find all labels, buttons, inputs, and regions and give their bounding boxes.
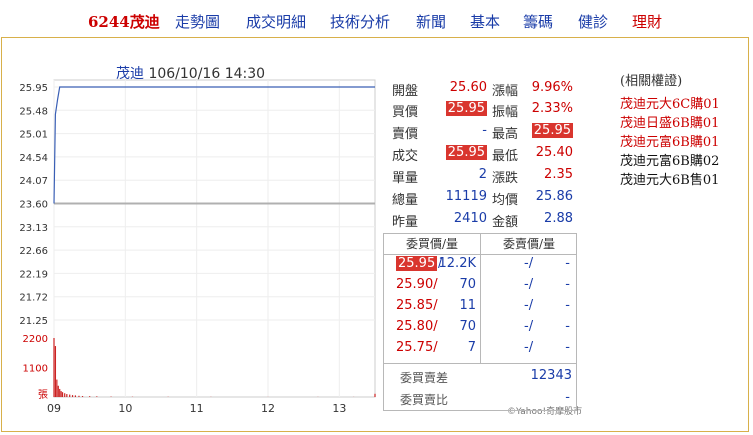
quote-label: 金額	[492, 215, 519, 230]
ratio-value: -	[565, 390, 570, 405]
quote-value: 11119	[445, 189, 487, 204]
quote-label: 昨量	[392, 215, 419, 230]
warrant-link[interactable]: 茂迪元大6C購01	[620, 95, 720, 114]
book-header-rule	[384, 254, 576, 255]
ask-volume: -	[565, 319, 570, 334]
bid-volume: 11	[459, 298, 476, 313]
diff-label: 委買賣差	[400, 371, 449, 385]
price-tick-label: 25.01	[19, 130, 48, 141]
warrant-list: 茂迪元大6C購01 茂迪日盛6B購01 茂迪元富6B購01 茂迪元富6B購02 茂迪元大…	[620, 95, 720, 190]
quote-value: -	[482, 123, 487, 138]
ask-volume: -	[565, 256, 570, 271]
quote-label: 最高	[492, 127, 519, 142]
time-tick-label: 11	[190, 402, 204, 415]
quote-label: 總量	[392, 193, 419, 208]
price-tick-label: 25.48	[19, 106, 48, 117]
volume-tick-label: 2200	[23, 334, 48, 345]
quote-value: 2	[478, 167, 487, 182]
warrant-link[interactable]: 茂迪元富6B購02	[620, 152, 720, 171]
quote-label: 振幅	[492, 105, 519, 120]
quote-label: 成交	[392, 149, 419, 164]
quote-value: 25.95	[445, 145, 487, 160]
bid-price: 25.75/	[396, 340, 438, 355]
warrant-link[interactable]: 茂迪元大6B售01	[620, 171, 720, 190]
bid-header: 委買價/量	[405, 237, 459, 251]
warrants-title: (相關權證)	[620, 74, 683, 89]
time-tick-label: 12	[261, 402, 275, 415]
quote-row: 單量 2 漲跌 2.35	[392, 167, 577, 186]
order-book: 委買價/量 委賣價/量 25.95/12.2K -/-25.90/70 -/-25.…	[383, 233, 577, 411]
price-line	[53, 86, 375, 204]
bid-volume: 70	[459, 319, 476, 334]
price-tick-label: 24.54	[19, 153, 48, 164]
quote-label: 買價	[392, 105, 419, 120]
quote-row: 成交 25.95 最低 25.40	[392, 145, 577, 164]
time-tick-label: 13	[332, 402, 346, 415]
bid-volume: 12.2K	[438, 256, 476, 271]
diff-value: 12343	[530, 368, 572, 383]
quote-row: 總量 11119 均價 25.86	[392, 189, 577, 208]
quote-label: 漲跌	[492, 171, 519, 186]
quote-value: 2.88	[544, 211, 573, 226]
price-tick-label: 22.19	[19, 269, 48, 280]
chart-stock-name: 茂迪	[116, 66, 144, 82]
bid-price: 25.80/	[396, 319, 438, 334]
price-tick-label: 21.72	[19, 293, 48, 304]
ask-price: -/	[524, 256, 534, 271]
quote-value: 25.95	[445, 101, 487, 116]
quote-label: 均價	[492, 193, 519, 208]
price-tick-label: 23.60	[19, 200, 48, 211]
ask-price: -/	[524, 340, 534, 355]
bid-price: 25.95	[396, 256, 438, 271]
bid-volume: 70	[459, 277, 476, 292]
quote-label: 最低	[492, 149, 519, 164]
bid-volume: 7	[467, 340, 476, 355]
price-tick-label: 21.25	[19, 316, 48, 327]
quote-value: 2410	[453, 211, 487, 226]
quote-value: 25.86	[535, 189, 573, 204]
quote-label: 漲幅	[492, 84, 519, 99]
quote-value: 2.33%	[531, 101, 573, 116]
quote-row: 昨量 2410 金額 2.88	[392, 211, 577, 230]
quote-value: 25.60	[449, 80, 487, 95]
bid-price: 25.90/	[396, 277, 438, 292]
volume-tick-label: 張	[38, 389, 48, 401]
ratio-label: 委買賣比	[400, 393, 449, 407]
ask-price: -/	[524, 277, 534, 292]
book-footer-rule	[384, 363, 576, 364]
price-tick-label: 23.13	[19, 223, 48, 234]
warrant-link[interactable]: 茂迪元富6B購01	[620, 133, 720, 152]
quote-value: 25.95	[531, 123, 573, 138]
chart-title: 茂迪 106/10/16 14:30	[116, 63, 265, 83]
quote-row: 買價 25.95 振幅 2.33%	[392, 101, 577, 120]
ask-volume: -	[565, 340, 570, 355]
quote-value: 9.96%	[531, 80, 573, 95]
intraday-chart: 25.95 25.48 25.01 24.54 24.07 23.60 23.13 22.66…	[19, 79, 582, 417]
quote-value: 2.35	[544, 167, 573, 182]
price-tick-label: 25.95	[19, 83, 48, 94]
bid-price: 25.85/	[396, 298, 438, 313]
quote-value: 25.40	[535, 145, 573, 160]
ask-header: 委賣價/量	[502, 237, 556, 251]
related-warrants: (相關權證) 茂迪元大6C購01 茂迪日盛6B購01 茂迪元富6B購01 茂迪元富6B…	[620, 70, 720, 190]
time-tick-label: 10	[118, 402, 132, 415]
volume-tick-label: 1100	[23, 364, 48, 375]
price-tick-label: 22.66	[19, 246, 48, 257]
chart-frame	[53, 79, 376, 398]
quote-label: 賣價	[392, 127, 419, 142]
quote-row: 賣價 - 最高 25.95	[392, 123, 577, 142]
price-tick-label: 24.07	[19, 176, 48, 187]
warrant-link[interactable]: 茂迪日盛6B購01	[620, 114, 720, 133]
chart-datetime: 106/10/16 14:30	[148, 66, 266, 82]
ask-volume: -	[565, 277, 570, 292]
quote-row: 開盤 25.60 漲幅 9.96%	[392, 80, 577, 99]
ask-price: -/	[524, 319, 534, 334]
time-tick-label: 09	[47, 402, 61, 415]
ask-price: -/	[524, 298, 534, 313]
quote-label: 單量	[392, 171, 419, 186]
ask-volume: -	[565, 298, 570, 313]
quote-label: 開盤	[392, 84, 419, 99]
